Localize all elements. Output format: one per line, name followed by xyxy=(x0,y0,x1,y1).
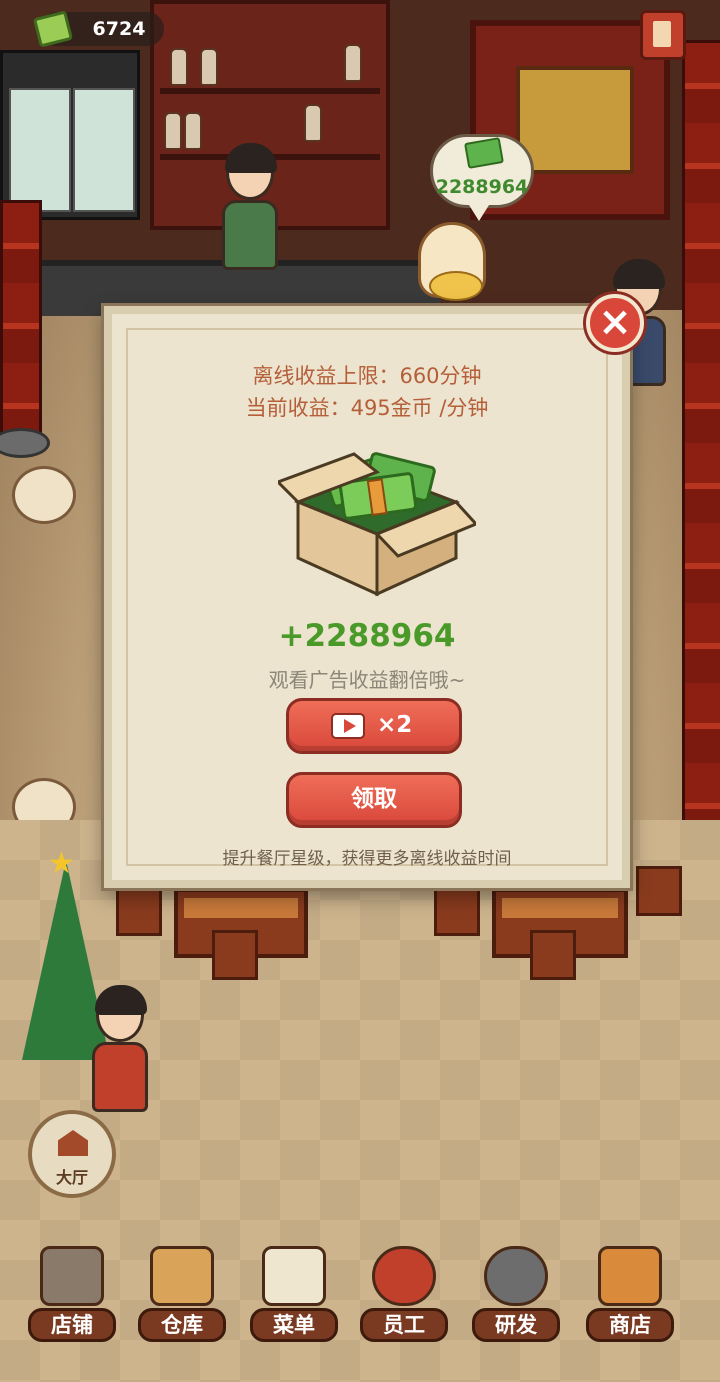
nav-label: 研发 xyxy=(472,1308,560,1342)
recipe-book-icon[interactable] xyxy=(640,10,686,60)
bottle xyxy=(170,48,188,86)
nav-staff[interactable]: 员工 xyxy=(356,1240,452,1350)
bottle xyxy=(200,48,218,86)
house-icon xyxy=(58,1130,88,1156)
drinks-fridge xyxy=(0,50,140,220)
stool xyxy=(434,886,480,936)
stool xyxy=(636,866,682,916)
bottle xyxy=(184,112,202,150)
nav-label: 商店 xyxy=(586,1308,674,1342)
fridge-door-left xyxy=(9,88,71,212)
nav-menu[interactable]: 菜单 xyxy=(246,1240,342,1350)
cashier-character[interactable] xyxy=(222,143,278,270)
waiter-character xyxy=(92,985,148,1112)
close-icon[interactable]: × xyxy=(586,294,644,352)
lobby-label: 大厅 xyxy=(55,1168,88,1187)
upgrade-star-note: 提升餐厅星级，获得更多离线收益时间 xyxy=(222,849,512,869)
offline-limit-text: 离线收益上限：660分钟 xyxy=(252,364,482,388)
nav-label: 员工 xyxy=(360,1308,448,1342)
warehouse-boxes-icon xyxy=(150,1246,214,1306)
watch-ad-double-button[interactable]: ×2 xyxy=(286,698,462,754)
menu-clipboard-icon xyxy=(262,1246,326,1306)
star-icon: ★ xyxy=(48,846,75,881)
cash-box-icon xyxy=(278,452,476,597)
offline-reward-amount: +2288964 xyxy=(278,618,456,654)
bottle xyxy=(304,104,322,142)
pillar-base xyxy=(0,428,50,458)
nav-research[interactable]: 研发 xyxy=(468,1240,564,1350)
nav-label: 菜单 xyxy=(250,1308,338,1342)
stool xyxy=(530,930,576,980)
nav-label: 仓库 xyxy=(138,1308,226,1342)
stool xyxy=(116,886,162,936)
coin-balance: 6724 xyxy=(92,18,146,40)
ad-double-hint: 观看广告收益翻倍哦~ xyxy=(268,668,466,692)
porcelain-vase xyxy=(12,466,76,524)
nav-shop-front[interactable]: 店铺 xyxy=(24,1240,120,1350)
lobby-button[interactable]: 大厅 xyxy=(28,1110,116,1198)
stool xyxy=(212,930,258,980)
claim-button[interactable]: 领取 xyxy=(286,772,462,828)
staff-chef-icon xyxy=(372,1246,436,1306)
shop-front-icon xyxy=(40,1246,104,1306)
red-pillar xyxy=(0,200,42,440)
bottle xyxy=(344,44,362,82)
cabinet-shelf xyxy=(160,88,380,94)
gold-screen xyxy=(516,66,634,174)
fridge-door-right xyxy=(73,88,135,212)
ad-multiplier-label: ×2 xyxy=(377,712,413,738)
nav-warehouse[interactable]: 仓库 xyxy=(134,1240,230,1350)
nav-store[interactable]: 商店 xyxy=(582,1240,678,1350)
lucky-cat-icon xyxy=(418,222,486,301)
wok-icon xyxy=(484,1246,548,1306)
nav-label: 店铺 xyxy=(28,1308,116,1342)
cashier-bubble-amount: 2288964 xyxy=(435,176,529,198)
offline-earnings-dialog: 离线收益上限：660分钟 当前收益：495金币 /分钟 +2288964 观看广… xyxy=(104,306,630,888)
bottle xyxy=(164,112,182,150)
video-icon xyxy=(331,713,365,739)
earning-rate-text: 当前收益：495金币 /分钟 xyxy=(245,396,489,420)
store-icon xyxy=(598,1246,662,1306)
